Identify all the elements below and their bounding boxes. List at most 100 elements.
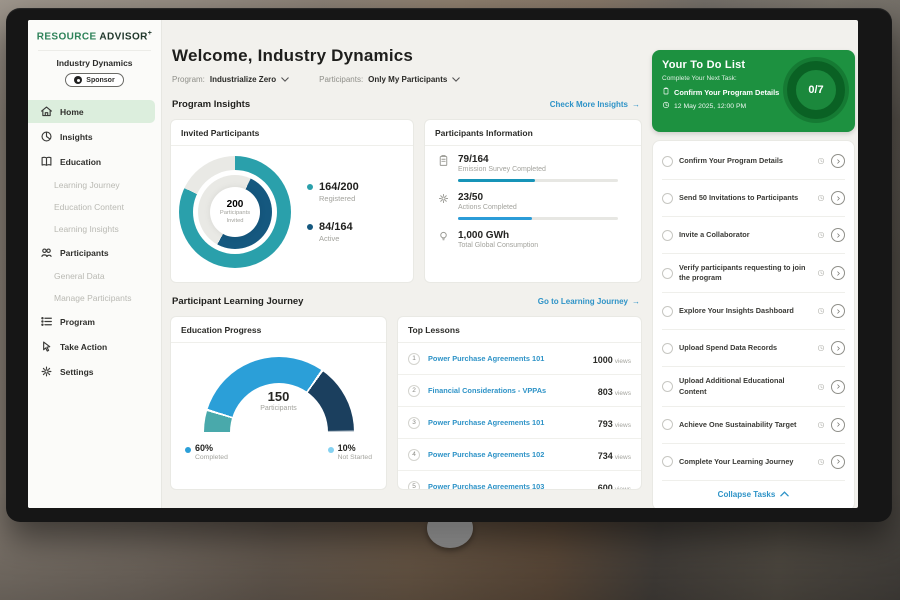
sidebar-item-home[interactable]: Home — [28, 100, 155, 123]
collapse-tasks-link[interactable]: Collapse Tasks — [662, 481, 845, 508]
todo-panel: Your To Do List Complete Your Next Task:… — [650, 20, 858, 508]
gauge-center-value: 150 — [204, 389, 354, 404]
sidebar-item-learning-journey[interactable]: Learning Journey — [28, 175, 155, 195]
sidebar-item-manage-participants[interactable]: Manage Participants — [28, 288, 155, 308]
sidebar-item-take-action[interactable]: Take Action — [28, 335, 155, 358]
task-row-send-invitations[interactable]: Send 50 Invitations to Participants — [662, 180, 845, 217]
sidebar-item-label: Program — [60, 317, 95, 327]
chevron-up-icon — [780, 491, 789, 497]
sidebar-item-insights[interactable]: Insights — [28, 125, 155, 148]
task-checkbox[interactable] — [662, 230, 673, 241]
org-name: Industry Dynamics — [28, 58, 161, 68]
page-title: Welcome, Industry Dynamics — [172, 46, 642, 66]
legend-dot — [307, 224, 313, 230]
lesson-views-count: 793 — [598, 419, 613, 429]
sponsor-badge-label: Sponsor — [86, 77, 114, 84]
task-checkbox[interactable] — [662, 343, 673, 354]
legend-label: Registered — [319, 194, 359, 203]
participants-value: Only My Participants — [368, 75, 447, 84]
education-progress-card: Education Progress 150 Participants 60% … — [170, 316, 387, 490]
participants-icon — [40, 246, 53, 259]
clock-icon — [817, 264, 825, 282]
task-open-button[interactable] — [831, 304, 845, 318]
task-label: Explore Your Insights Dashboard — [679, 306, 811, 316]
task-checkbox[interactable] — [662, 306, 673, 317]
sidebar-item-general-data[interactable]: General Data — [28, 266, 155, 286]
task-checkbox[interactable] — [662, 156, 673, 167]
sidebar-item-education[interactable]: Education — [28, 150, 155, 173]
task-row-upload-educational-content[interactable]: Upload Additional Educational Content — [662, 367, 845, 406]
arrow-right-icon: → — [632, 100, 640, 109]
participants-information-card: Participants Information 79/164 Emission… — [424, 119, 642, 283]
sidebar-item-education-content[interactable]: Education Content — [28, 197, 155, 217]
lesson-link[interactable]: Power Purchase Agreements 101 — [428, 354, 585, 363]
participants-label: Participants: — [319, 75, 363, 84]
task-row-verify-participants[interactable]: Verify participants requesting to join t… — [662, 254, 845, 293]
donut-center-label: Invited — [226, 218, 243, 226]
task-label: Complete Your Learning Journey — [679, 457, 811, 467]
task-label: Achieve One Sustainability Target — [679, 420, 811, 430]
sidebar-item-label: Learning Insights — [54, 224, 119, 234]
sidebar-item-learning-insights[interactable]: Learning Insights — [28, 219, 155, 239]
card-title: Invited Participants — [171, 120, 413, 146]
stat-label: Total Global Consumption — [458, 242, 538, 249]
lesson-views-count: 1000 — [593, 355, 613, 365]
filters-row: Program: Industrialize Zero Participants… — [172, 75, 642, 84]
todo-header-card: Your To Do List Complete Your Next Task:… — [652, 50, 855, 132]
task-row-confirm-program[interactable]: Confirm Your Program Details — [662, 143, 845, 180]
task-open-button[interactable] — [831, 154, 845, 168]
task-open-button[interactable] — [831, 380, 845, 394]
task-checkbox[interactable] — [662, 193, 673, 204]
task-checkbox[interactable] — [662, 268, 673, 279]
task-row-invite-collaborator[interactable]: Invite a Collaborator — [662, 217, 845, 254]
lesson-link[interactable]: Financial Considerations - VPPAs — [428, 386, 590, 395]
task-open-button[interactable] — [831, 341, 845, 355]
monitor-bezel: RESOURCE ADVISOR+ Industry Dynamics Spon… — [6, 8, 892, 522]
lesson-link[interactable]: Power Purchase Agreements 102 — [428, 450, 590, 459]
legend-item-registered: 164/200 Registered — [307, 181, 359, 203]
task-open-button[interactable] — [831, 228, 845, 242]
task-checkbox[interactable] — [662, 419, 673, 430]
task-open-button[interactable] — [831, 191, 845, 205]
task-checkbox[interactable] — [662, 456, 673, 467]
progress-track — [458, 179, 618, 182]
invited-legend: 164/200 Registered 84/164 Active — [307, 181, 359, 243]
task-row-upload-spend-data[interactable]: Upload Spend Data Records — [662, 330, 845, 367]
stat-emission-survey: 79/164 Emission Survey Completed — [425, 146, 641, 184]
task-open-button[interactable] — [831, 418, 845, 432]
participants-dropdown[interactable]: Participants: Only My Participants — [319, 75, 460, 84]
lesson-rank: 3 — [408, 417, 420, 429]
chevron-down-icon — [452, 75, 460, 84]
logo-primary: RESOURCE — [37, 31, 97, 42]
task-row-achieve-sustainability-target[interactable]: Achieve One Sustainability Target — [662, 407, 845, 444]
consumption-icon — [437, 230, 450, 249]
task-open-button[interactable] — [831, 266, 845, 280]
actions-icon — [437, 192, 450, 220]
stat-global-consumption: 1,000 GWh Total Global Consumption — [425, 222, 641, 251]
task-checkbox[interactable] — [662, 381, 673, 392]
sidebar-item-participants[interactable]: Participants — [28, 241, 155, 264]
sidebar-item-program[interactable]: Program — [28, 310, 155, 333]
section-title: Program Insights — [172, 99, 250, 110]
survey-icon — [437, 154, 450, 182]
sidebar-item-label: Participants — [60, 248, 109, 258]
task-row-complete-learning-journey[interactable]: Complete Your Learning Journey — [662, 444, 845, 481]
program-dropdown[interactable]: Program: Industrialize Zero — [172, 75, 289, 84]
task-label: Upload Additional Educational Content — [679, 376, 811, 396]
invited-participants-card: Invited Participants 200 Participants In… — [170, 119, 414, 283]
section-title: Participant Learning Journey — [172, 296, 303, 307]
app-window: RESOURCE ADVISOR+ Industry Dynamics Spon… — [28, 20, 858, 508]
go-to-learning-journey-link[interactable]: Go to Learning Journey → — [538, 297, 640, 306]
task-open-button[interactable] — [831, 455, 845, 469]
legend-dot — [185, 447, 191, 453]
sponsor-badge: Sponsor — [65, 73, 123, 87]
todo-counter: 0/7 — [808, 84, 823, 96]
sidebar-item-settings[interactable]: Settings — [28, 360, 155, 383]
check-more-insights-link[interactable]: Check More Insights → — [550, 100, 640, 109]
task-row-explore-insights[interactable]: Explore Your Insights Dashboard — [662, 293, 845, 330]
lesson-link[interactable]: Power Purchase Agreements 101 — [428, 418, 590, 427]
lesson-link[interactable]: Power Purchase Agreements 103 — [428, 482, 590, 490]
lesson-row: 1 Power Purchase Agreements 101 1000view… — [398, 343, 641, 375]
legend-item-active: 84/164 Active — [307, 221, 359, 243]
sidebar: RESOURCE ADVISOR+ Industry Dynamics Spon… — [28, 20, 162, 508]
